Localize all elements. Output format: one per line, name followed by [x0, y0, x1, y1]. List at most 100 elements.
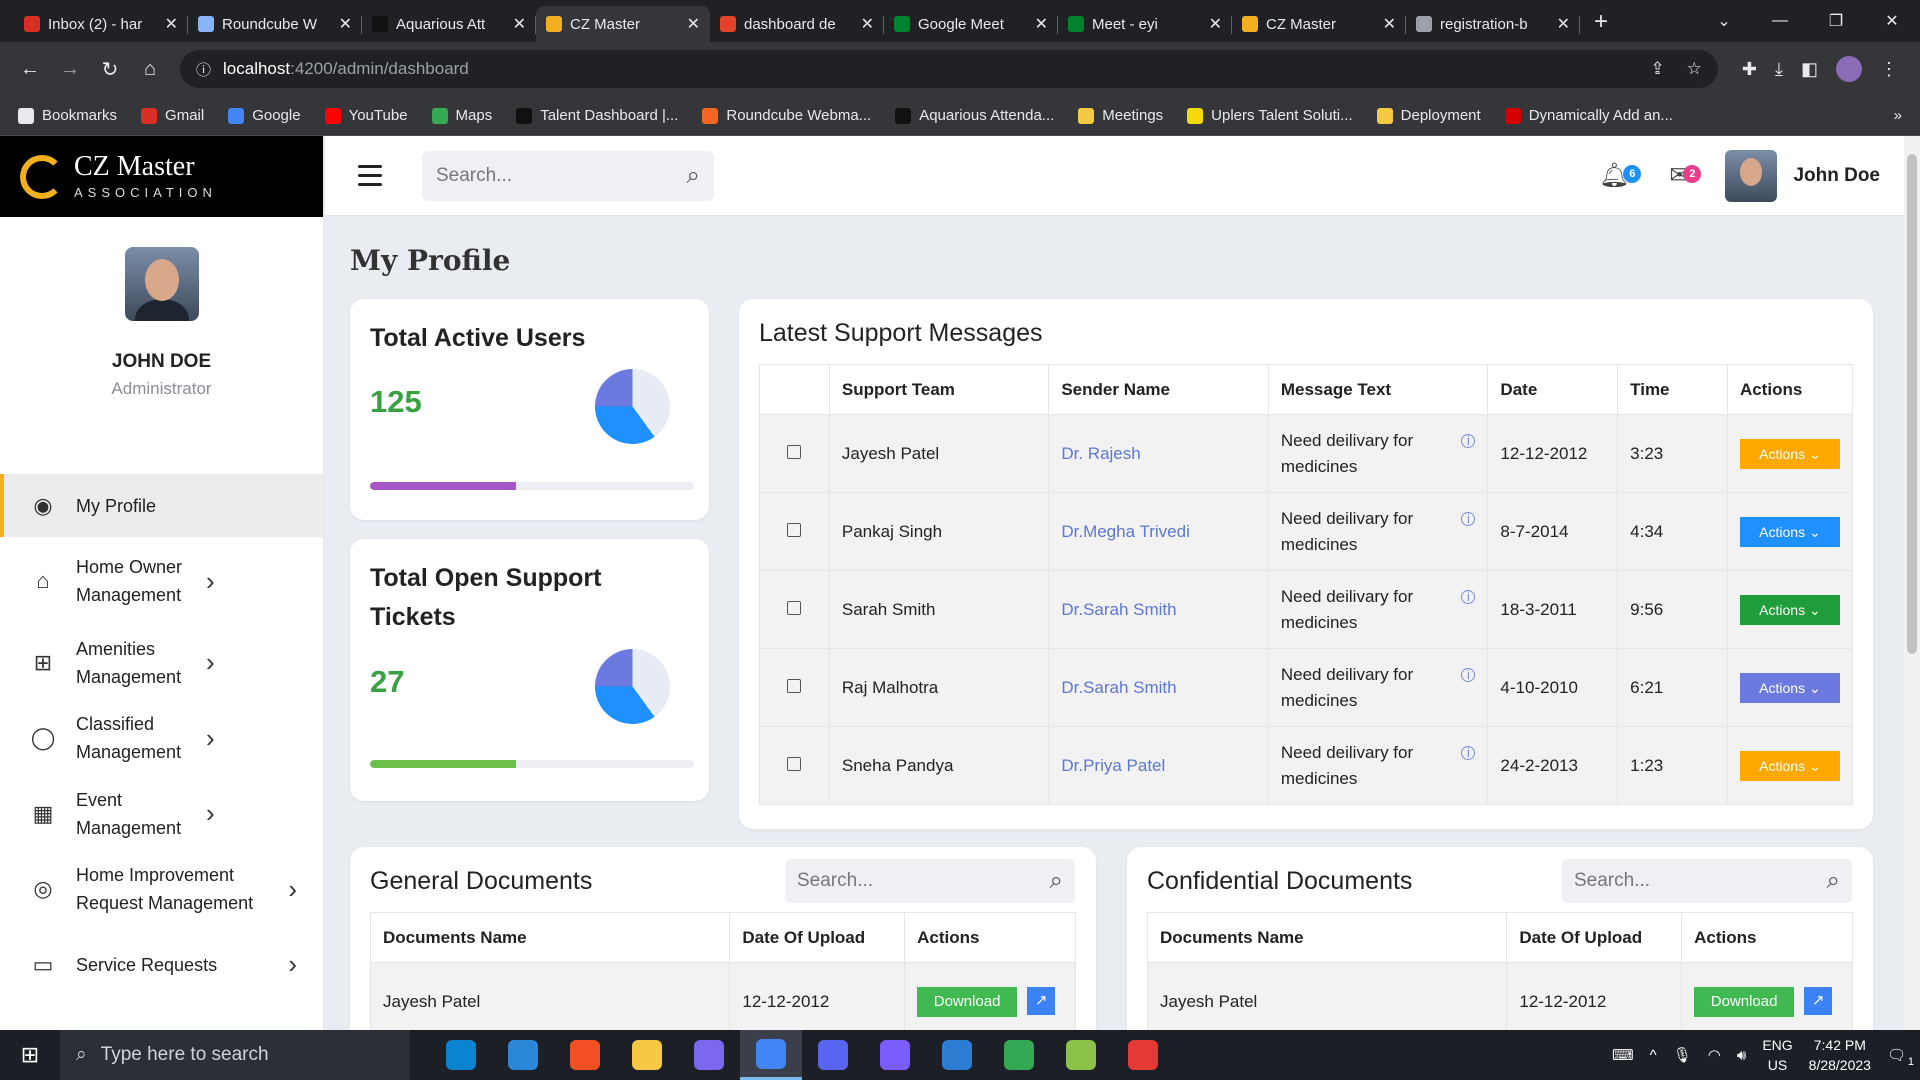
bookmark-item[interactable]: Deployment: [1376, 107, 1481, 124]
user-menu[interactable]: John Doe: [1715, 149, 1880, 202]
clock[interactable]: 7:42 PM 8/28/2023: [1809, 1035, 1871, 1075]
bookmark-item[interactable]: Uplers Talent Soluti...: [1187, 107, 1353, 124]
more-bookmarks-icon[interactable]: »: [1894, 107, 1902, 124]
taskbar-app[interactable]: [616, 1030, 678, 1080]
close-tab-icon[interactable]: ✕: [861, 14, 874, 34]
close-tab-icon[interactable]: ✕: [1557, 14, 1570, 34]
taskbar-app[interactable]: [740, 1030, 802, 1080]
header-search-input[interactable]: Search... ⌕: [422, 150, 714, 201]
taskbar-app[interactable]: [430, 1030, 492, 1080]
actions-dropdown-button[interactable]: Actions ⌄: [1739, 672, 1840, 703]
bookmark-item[interactable]: Aquarious Attenda...: [895, 107, 1054, 124]
close-tab-icon[interactable]: ✕: [1209, 14, 1222, 34]
close-window-button[interactable]: ✕: [1864, 11, 1920, 31]
browser-profile-avatar[interactable]: [1836, 56, 1862, 82]
close-tab-icon[interactable]: ✕: [513, 14, 526, 34]
info-icon[interactable]: i: [1461, 589, 1476, 604]
sidebar-item-my-profile[interactable]: ◉ My Profile: [0, 474, 323, 537]
bookmark-star-icon[interactable]: ☆: [1687, 59, 1702, 79]
taskbar-search-input[interactable]: ⌕ Type here to search: [60, 1030, 410, 1080]
sidebar-item-home-owner-management[interactable]: ⌂ Home Owner Management ›: [0, 537, 323, 625]
browser-tab[interactable]: Roundcube W ✕: [188, 6, 362, 42]
new-tab-button[interactable]: +: [1580, 8, 1622, 42]
sender-link[interactable]: Dr.Priya Patel: [1061, 756, 1165, 775]
actions-dropdown-button[interactable]: Actions ⌄: [1739, 516, 1840, 547]
bookmark-item[interactable]: Talent Dashboard |...: [516, 107, 678, 124]
home-button[interactable]: ⌂: [132, 51, 168, 87]
wifi-icon[interactable]: ◠: [1708, 1046, 1721, 1064]
actions-dropdown-button[interactable]: Actions ⌄: [1739, 594, 1840, 625]
minimize-button[interactable]: —: [1752, 12, 1808, 30]
taskbar-app[interactable]: [678, 1030, 740, 1080]
actions-dropdown-button[interactable]: Actions ⌄: [1739, 750, 1840, 781]
taskbar-app[interactable]: [802, 1030, 864, 1080]
site-info-icon[interactable]: ⓘ: [196, 59, 211, 80]
sidebar-item-event-management[interactable]: ▦ Event Management ›: [0, 776, 323, 851]
browser-tab[interactable]: Meet - eyi ✕: [1058, 6, 1232, 42]
menu-toggle-icon[interactable]: [358, 165, 382, 186]
taskbar-app[interactable]: [1050, 1030, 1112, 1080]
bookmark-item[interactable]: Google: [228, 107, 301, 124]
close-tab-icon[interactable]: ✕: [165, 14, 178, 34]
extensions-icon[interactable]: ✚: [1742, 59, 1757, 80]
taskbar-app[interactable]: [988, 1030, 1050, 1080]
notifications-bell-icon[interactable]: 🔔︎ 6: [1599, 161, 1642, 190]
app-logo[interactable]: CZ Master ASSOCIATION: [0, 136, 323, 217]
volume-icon[interactable]: 🔊︎: [1737, 1047, 1746, 1064]
bookmark-item[interactable]: Meetings: [1078, 107, 1163, 124]
sender-link[interactable]: Dr.Megha Trivedi: [1061, 522, 1190, 541]
confidential-docs-search-input[interactable]: Search... ⌕: [1562, 859, 1852, 903]
browser-tab[interactable]: CZ Master ✕: [1232, 6, 1406, 42]
info-icon[interactable]: i: [1461, 667, 1476, 682]
keyboard-icon[interactable]: ⌨: [1612, 1046, 1634, 1064]
search-icon[interactable]: ⌕: [687, 162, 700, 190]
search-icon[interactable]: ⌕: [1050, 867, 1063, 895]
row-checkbox[interactable]: [787, 522, 802, 537]
download-button[interactable]: Download: [917, 986, 1018, 1017]
sender-link[interactable]: Dr.Sarah Smith: [1061, 600, 1176, 619]
tab-search-icon[interactable]: ⌄: [1696, 11, 1752, 31]
share-icon[interactable]: ↗: [1027, 987, 1056, 1016]
browser-tab[interactable]: CZ Master ✕: [536, 6, 710, 42]
bookmark-item[interactable]: Roundcube Webma...: [702, 107, 871, 124]
sidebar-item-home-improvement-request-management[interactable]: ◎ Home Improvement Request Management ›: [0, 851, 323, 927]
page-scrollbar[interactable]: [1904, 136, 1920, 1030]
taskbar-app[interactable]: [1112, 1030, 1174, 1080]
general-docs-search-input[interactable]: Search... ⌕: [785, 859, 1075, 903]
info-icon[interactable]: i: [1461, 745, 1476, 760]
taskbar-app[interactable]: [864, 1030, 926, 1080]
row-checkbox[interactable]: [787, 444, 802, 459]
reload-button[interactable]: ↻: [92, 51, 128, 87]
taskbar-app[interactable]: [492, 1030, 554, 1080]
close-tab-icon[interactable]: ✕: [339, 14, 352, 34]
restore-button[interactable]: ❐: [1808, 11, 1864, 31]
sidebar-item-amenities-management[interactable]: ⊞ Amenities Management ›: [0, 625, 323, 700]
row-checkbox[interactable]: [787, 756, 802, 771]
actions-dropdown-button[interactable]: Actions ⌄: [1739, 438, 1840, 469]
bookmark-item[interactable]: YouTube: [324, 107, 408, 124]
sidebar-item-service-requests[interactable]: ▭ Service Requests ›: [0, 927, 323, 1002]
tray-overflow-icon[interactable]: ^: [1650, 1047, 1657, 1064]
download-icon[interactable]: ⤓: [1775, 59, 1783, 80]
bookmark-item[interactable]: Gmail: [141, 107, 204, 124]
close-tab-icon[interactable]: ✕: [1035, 14, 1048, 34]
url-bar[interactable]: ⓘ localhost:4200/admin/dashboard ⇪ ☆: [180, 50, 1718, 88]
sender-link[interactable]: Dr.Sarah Smith: [1061, 678, 1176, 697]
browser-menu-icon[interactable]: ⋮: [1880, 59, 1898, 80]
info-icon[interactable]: i: [1461, 433, 1476, 448]
scrollbar-thumb[interactable]: [1907, 154, 1917, 654]
bookmark-item[interactable]: Bookmarks: [18, 107, 117, 124]
bookmark-item[interactable]: Dynamically Add an...: [1504, 107, 1673, 124]
browser-tab[interactable]: Google Meet ✕: [884, 6, 1058, 42]
notification-center-icon[interactable]: 🗨︎ 1: [1887, 1046, 1914, 1068]
sidebar-item-classified-management[interactable]: ◯ Classified Management ›: [0, 700, 323, 776]
search-icon[interactable]: ⌕: [1827, 867, 1840, 895]
share-icon[interactable]: ↗: [1804, 987, 1833, 1016]
taskbar-app[interactable]: [926, 1030, 988, 1080]
close-tab-icon[interactable]: ✕: [687, 14, 700, 34]
messages-envelope-icon[interactable]: ✉ 2: [1669, 161, 1702, 190]
bookmark-item[interactable]: Maps: [431, 107, 492, 124]
browser-tab[interactable]: registration-b ✕: [1406, 6, 1580, 42]
row-checkbox[interactable]: [787, 678, 802, 693]
download-button[interactable]: Download: [1694, 986, 1795, 1017]
